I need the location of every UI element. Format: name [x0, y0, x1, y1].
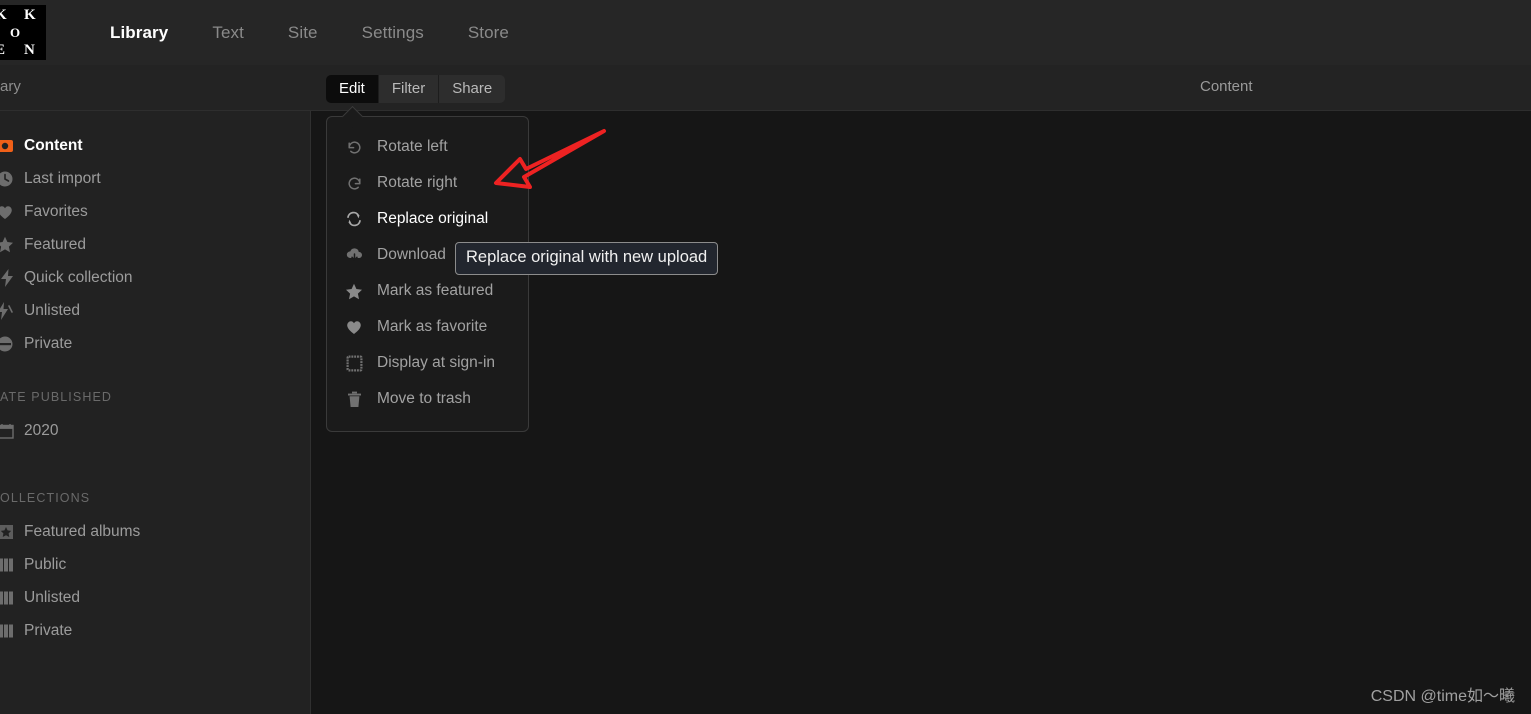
sidebar-item-favorites[interactable]: Favorites: [0, 195, 310, 228]
menu-item-mark-as-featured[interactable]: Mark as featured: [327, 273, 528, 309]
share-button[interactable]: Share: [439, 75, 506, 103]
sidebar-item-featured-albums[interactable]: Featured albums: [0, 515, 310, 548]
page-title: Content: [1200, 78, 1253, 95]
sidebar-section-date-published: ATE PUBLISHED: [0, 390, 113, 404]
sidebar-item-content[interactable]: Content: [0, 129, 310, 162]
sidebar-item-label: Quick collection: [24, 268, 133, 286]
sidebar-item-label: Featured: [24, 235, 87, 253]
sidebar-item-featured[interactable]: Featured: [0, 228, 310, 261]
replace-icon: [343, 211, 365, 227]
star-icon: [0, 235, 14, 255]
calendar-icon: [0, 421, 14, 441]
top-navigation-bar: K K O E N Library Text Site Settings Sto…: [0, 0, 1531, 65]
albums-icon: [0, 555, 14, 575]
koken-admin-app: K K O E N Library Text Site Settings Sto…: [0, 0, 1531, 714]
private-icon: [0, 334, 14, 354]
library-toolbar: Edit Filter Share: [326, 75, 506, 103]
nav-item-text[interactable]: Text: [190, 23, 266, 43]
sidebar-item-label: Unlisted: [24, 588, 80, 606]
filter-button[interactable]: Filter: [378, 75, 440, 103]
menu-item-label: Replace original: [377, 210, 489, 227]
sidebar-item-private-albums[interactable]: Private: [0, 614, 310, 647]
albums-icon: [0, 588, 14, 608]
sidebar-item-last-import[interactable]: Last import: [0, 162, 310, 195]
breadcrumb[interactable]: ary: [0, 78, 21, 95]
sidebar-item-label: Private: [24, 334, 73, 352]
heart-icon: [0, 202, 14, 222]
rotate-right-icon: [343, 175, 365, 192]
nav-item-settings[interactable]: Settings: [340, 23, 446, 43]
logo-letter-k1: K: [0, 7, 7, 23]
content-icon: [0, 136, 14, 156]
menu-item-label: Download: [377, 246, 446, 263]
menu-item-label: Mark as favorite: [377, 318, 488, 335]
menu-item-replace-original[interactable]: Replace original: [327, 201, 528, 237]
sidebar-section-collections: OLLECTIONS: [0, 491, 91, 505]
albums-icon: [0, 621, 14, 641]
sidebar-item-private[interactable]: Private: [0, 327, 310, 360]
nav-items: Library Text Site Settings Store: [88, 23, 531, 43]
logo-letter-e: E: [0, 42, 6, 58]
featured-albums-icon: [0, 522, 14, 542]
replace-original-tooltip: Replace original with new upload: [455, 242, 719, 275]
menu-item-move-to-trash[interactable]: Move to trash: [327, 381, 528, 417]
logo-letter-o: O: [10, 25, 21, 40]
unlisted-icon: [0, 301, 14, 321]
sub-header: ary Content: [0, 65, 1531, 111]
clock-icon: [0, 169, 14, 189]
sidebar-item-unlisted-albums[interactable]: Unlisted: [0, 581, 310, 614]
download-icon: [343, 247, 365, 263]
menu-item-mark-as-favorite[interactable]: Mark as favorite: [327, 309, 528, 345]
menu-item-label: Rotate right: [377, 174, 458, 191]
logo-letter-n: N: [24, 42, 35, 58]
csdn-watermark: CSDN @time如～曦: [1370, 688, 1515, 705]
sidebar-item-2020[interactable]: 2020: [0, 414, 310, 447]
logo-letter-k2: K: [24, 7, 36, 23]
sidebar: Content Last import Favorites Featured Q: [0, 111, 311, 714]
edit-button[interactable]: Edit: [326, 75, 379, 103]
menu-item-display-at-sign-in[interactable]: Display at sign-in: [327, 345, 528, 381]
sidebar-item-label: Featured albums: [24, 522, 141, 540]
bolt-icon: [0, 268, 14, 288]
frame-icon: [343, 355, 365, 372]
nav-item-library[interactable]: Library: [88, 23, 190, 43]
sidebar-item-unlisted[interactable]: Unlisted: [0, 294, 310, 327]
nav-item-store[interactable]: Store: [446, 23, 531, 43]
heart-icon: [343, 319, 365, 335]
trash-icon: [343, 391, 365, 408]
menu-item-label: Move to trash: [377, 390, 471, 407]
sidebar-item-label: Unlisted: [24, 301, 80, 319]
star-icon: [343, 283, 365, 300]
sidebar-item-label: Content: [24, 136, 83, 154]
sidebar-item-label: 2020: [24, 421, 59, 439]
koken-logo[interactable]: K K O E N: [0, 5, 46, 60]
red-arrow-annotation: [490, 125, 610, 200]
sidebar-item-label: Favorites: [24, 202, 88, 220]
menu-item-label: Rotate left: [377, 138, 448, 155]
nav-item-site[interactable]: Site: [266, 23, 340, 43]
sidebar-item-label: Public: [24, 555, 67, 573]
sidebar-top-spacer: [0, 111, 310, 129]
rotate-left-icon: [343, 139, 365, 156]
sidebar-item-label: Last import: [24, 169, 101, 187]
menu-item-label: Display at sign-in: [377, 354, 496, 371]
sidebar-item-label: Private: [24, 621, 73, 639]
sidebar-item-public-albums[interactable]: Public: [0, 548, 310, 581]
menu-item-label: Mark as featured: [377, 282, 494, 299]
sidebar-item-quick-collection[interactable]: Quick collection: [0, 261, 310, 294]
